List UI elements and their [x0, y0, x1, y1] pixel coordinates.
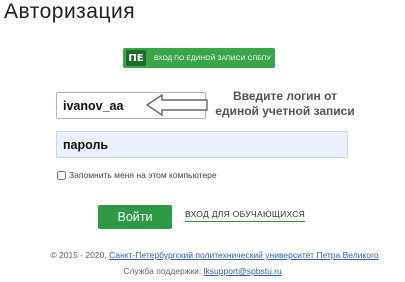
- sso-login-button[interactable]: ПЕ вход по единой записи спбпу: [123, 48, 275, 68]
- copyright-text: © 2015 - 2020,: [50, 250, 107, 260]
- footer-support: Служба поддержки: lksupport@spbstu.ru: [0, 266, 405, 276]
- arrow-left-icon: [146, 94, 208, 116]
- page-title: Авторизация: [4, 0, 136, 23]
- footer-copyright: © 2015 - 2020, Санкт-Петербургский полит…: [12, 250, 405, 260]
- sso-login-label: вход по единой записи спбпу: [154, 54, 271, 62]
- spbpu-logo-icon: ПЕ: [126, 50, 146, 66]
- login-hint: Введите логин от единой учетной записи: [215, 89, 355, 118]
- remember-me-checkbox[interactable]: [57, 170, 66, 180]
- support-email-link[interactable]: lksupport@spbstu.ru: [204, 266, 282, 276]
- support-label: Служба поддержки:: [123, 266, 202, 276]
- login-submit-button[interactable]: Войти: [98, 205, 172, 229]
- student-login-link[interactable]: вход для обучающихся: [185, 209, 306, 222]
- remember-me-label: Запомнить меня на этом компьютере: [69, 170, 217, 180]
- password-input[interactable]: пароль: [56, 131, 348, 158]
- university-link[interactable]: Санкт-Петербургский политехнический унив…: [109, 250, 379, 260]
- remember-me[interactable]: Запомнить меня на этом компьютере: [57, 170, 217, 180]
